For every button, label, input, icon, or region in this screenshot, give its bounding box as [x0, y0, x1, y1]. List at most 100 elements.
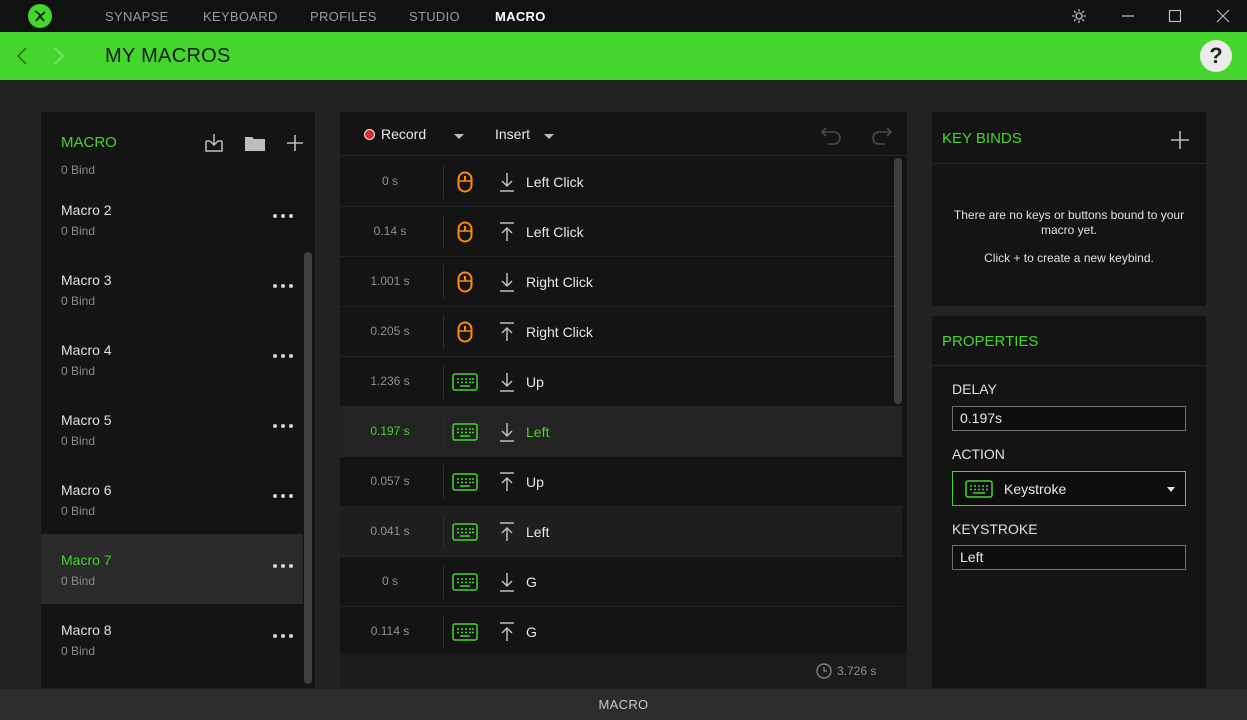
- action-value: Keystroke: [1004, 481, 1067, 497]
- mouse-icon: [452, 169, 478, 195]
- macro-name: Macro 4: [61, 342, 112, 358]
- key-down-arrow-icon: [498, 571, 516, 593]
- insert-button[interactable]: Insert: [495, 126, 530, 144]
- macro-list-item[interactable]: Macro 2 0 Bind: [41, 184, 303, 254]
- properties-header: PROPERTIES: [932, 316, 1206, 366]
- key-down-arrow-icon: [498, 371, 516, 393]
- key-up-arrow-icon: [498, 521, 516, 543]
- macro-name: Macro 5: [61, 412, 112, 428]
- keyboard-icon: [452, 419, 478, 445]
- more-options-icon[interactable]: [273, 488, 293, 504]
- macro-bind-count: 0 Bind: [61, 364, 96, 378]
- device-tab-macro[interactable]: MACRO: [0, 697, 1247, 712]
- macro-panel-header: MACRO: [41, 112, 315, 170]
- folder-icon[interactable]: [244, 132, 266, 154]
- macro-event-row[interactable]: 0 s Left Click: [340, 157, 902, 207]
- macro-list-item[interactable]: Macro 5 0 Bind: [41, 394, 303, 464]
- tab-studio[interactable]: STUDIO: [409, 9, 460, 24]
- minimize-icon[interactable]: [1118, 6, 1138, 26]
- macro-list-scrollbar[interactable]: [304, 252, 312, 684]
- more-options-icon[interactable]: [273, 418, 293, 434]
- macro-event-row[interactable]: 0.114 s G: [340, 607, 902, 657]
- page-title: MY MACROS: [105, 45, 231, 67]
- event-name: Right Click: [526, 274, 593, 290]
- more-options-icon[interactable]: [273, 208, 293, 224]
- macro-list-item[interactable]: Macro 7 0 Bind: [41, 534, 303, 604]
- import-icon[interactable]: [203, 132, 225, 154]
- macro-list-item[interactable]: Macro 3 0 Bind: [41, 254, 303, 324]
- delay-input[interactable]: 0.197s: [952, 406, 1186, 431]
- keyboard-icon: [965, 480, 993, 498]
- add-macro-icon[interactable]: [284, 132, 306, 154]
- event-delay: 0.057 s: [370, 474, 410, 488]
- macro-event-row[interactable]: 0.057 s Up: [340, 457, 902, 507]
- macro-list-item[interactable]: Macro 8 0 Bind: [41, 604, 303, 674]
- tab-profiles[interactable]: PROFILES: [310, 9, 377, 24]
- macro-name: Macro 6: [61, 482, 112, 498]
- macro-event-row[interactable]: 0 s G: [340, 557, 902, 607]
- key-up-arrow-icon: [498, 221, 516, 243]
- add-keybind-icon[interactable]: [1170, 130, 1190, 150]
- key-binds-header: KEY BINDS: [932, 112, 1206, 164]
- event-separator: [443, 565, 444, 599]
- undo-icon[interactable]: [819, 122, 843, 146]
- keyboard-icon: [452, 369, 478, 395]
- macro-event-row[interactable]: 1.236 s Up: [340, 357, 902, 407]
- event-name: G: [526, 624, 537, 640]
- more-options-icon[interactable]: [273, 628, 293, 644]
- tab-keyboard[interactable]: KEYBOARD: [203, 9, 278, 24]
- action-label: ACTION: [952, 446, 1005, 462]
- event-list-scrollbar[interactable]: [894, 158, 902, 404]
- event-delay: 0.205 s: [370, 324, 410, 338]
- tab-macro[interactable]: MACRO: [495, 9, 546, 24]
- record-button[interactable]: Record: [364, 126, 426, 142]
- keyboard-icon: [452, 619, 478, 645]
- help-button[interactable]: ?: [1200, 40, 1232, 72]
- event-delay: 1.001 s: [370, 274, 410, 288]
- app-window: SYNAPSE KEYBOARD PROFILES STUDIO MACRO MY MA…: [0, 0, 1247, 720]
- device-bar: MACRO: [0, 689, 1247, 720]
- more-options-icon[interactable]: [273, 348, 293, 364]
- redo-icon[interactable]: [870, 122, 894, 146]
- macro-event-row[interactable]: 1.001 s Right Click: [340, 257, 902, 307]
- event-delay: 0.197 s: [370, 424, 410, 438]
- event-separator: [443, 315, 444, 349]
- insert-chevron-down-icon[interactable]: [544, 134, 554, 139]
- record-options-chevron-down-icon[interactable]: [454, 134, 464, 139]
- settings-gear-icon[interactable]: [1069, 6, 1089, 26]
- event-delay: 0.14 s: [373, 224, 407, 238]
- action-select[interactable]: Keystroke: [952, 471, 1186, 506]
- event-name: Left Click: [526, 174, 584, 190]
- more-options-icon[interactable]: [273, 558, 293, 574]
- keystroke-input[interactable]: Left: [952, 545, 1186, 570]
- macro-panel-title: MACRO: [61, 134, 117, 151]
- properties-panel: PROPERTIES DELAY 0.197s ACTION Keystroke…: [932, 316, 1206, 688]
- macro-event-row[interactable]: 0.205 s Right Click: [340, 307, 902, 357]
- event-separator: [443, 265, 444, 299]
- key-down-arrow-icon: [498, 271, 516, 293]
- clock-icon: [816, 663, 832, 679]
- delay-label: DELAY: [952, 381, 997, 397]
- macro-bind-count: 0 Bind: [61, 504, 96, 518]
- editor-footer: 3.726 s: [340, 654, 907, 688]
- event-delay: 0.114 s: [370, 624, 410, 638]
- event-separator: [443, 365, 444, 399]
- event-name: Left: [526, 424, 550, 440]
- insert-label: Insert: [495, 126, 531, 142]
- macro-editor-panel: Record Insert 0 s Left Click 0.14 s Left Cl…: [340, 112, 907, 688]
- back-arrow-icon[interactable]: [10, 44, 34, 68]
- event-delay: 0.041 s: [370, 524, 410, 538]
- key-binds-hint: Click + to create a new keybind.: [984, 251, 1154, 265]
- macro-event-row[interactable]: 0.14 s Left Click: [340, 207, 902, 257]
- maximize-icon[interactable]: [1165, 6, 1185, 26]
- close-icon[interactable]: [1213, 6, 1233, 26]
- more-options-icon[interactable]: [273, 278, 293, 294]
- macro-list-item[interactable]: Macro 6 0 Bind: [41, 464, 303, 534]
- macro-event-row[interactable]: 0.041 s Left: [340, 507, 902, 557]
- forward-arrow-icon[interactable]: [47, 44, 71, 68]
- tab-synapse[interactable]: SYNAPSE: [105, 9, 169, 24]
- page-header: MY MACROS ?: [0, 32, 1247, 80]
- macro-list-item[interactable]: Macro 4 0 Bind: [41, 324, 303, 394]
- record-label: Record: [381, 126, 427, 142]
- macro-event-row[interactable]: 0.197 s Left: [340, 407, 902, 457]
